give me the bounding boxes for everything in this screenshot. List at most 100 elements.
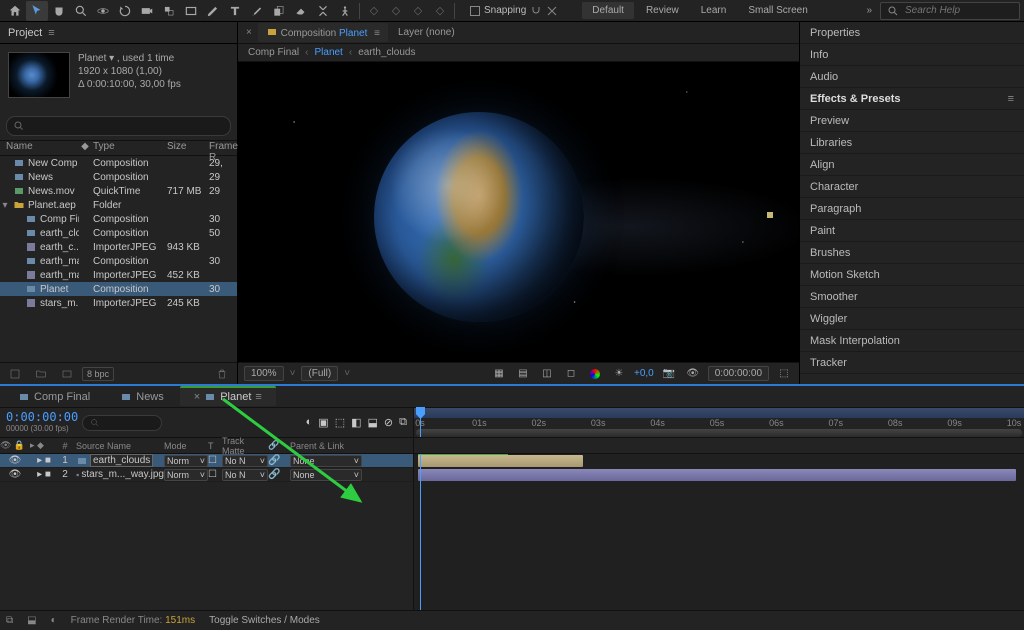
delete-icon[interactable] xyxy=(211,364,233,384)
show-snapshot-icon[interactable]: 👁 xyxy=(684,368,702,379)
tl-footer-icon-3[interactable]: ◐ xyxy=(51,615,57,626)
layer-bar-1[interactable] xyxy=(418,455,583,467)
snap-opt-1-icon[interactable] xyxy=(530,5,542,17)
panel-paragraph[interactable]: Paragraph xyxy=(800,198,1024,220)
project-menu-icon[interactable]: ≡ xyxy=(48,27,54,39)
timeline-layer-row[interactable]: 👁▸ ■2stars_m..._way.jpgNorm˅☐No N˅🔗None˅ xyxy=(0,468,413,482)
panel-info[interactable]: Info xyxy=(800,44,1024,66)
tl-icon-6[interactable]: ⊘ xyxy=(384,416,393,429)
panel-audio[interactable]: Audio xyxy=(800,66,1024,88)
snapping-toggle[interactable]: Snapping xyxy=(466,5,562,17)
3d-tool-4[interactable]: ◇ xyxy=(429,1,451,21)
toggle-switches[interactable]: Toggle Switches / Modes xyxy=(209,615,320,626)
type-tool[interactable] xyxy=(224,1,246,21)
project-row[interactable]: Comp FinalComposition30 xyxy=(0,212,237,226)
project-row[interactable]: News.movQuickTime717 MB29 xyxy=(0,184,237,198)
grid-icon[interactable]: ▦ xyxy=(490,368,508,379)
pan-behind-tool[interactable] xyxy=(158,1,180,21)
tl-icon-4[interactable]: ◧ xyxy=(351,416,361,429)
hand-tool[interactable] xyxy=(48,1,70,21)
timeline-tab[interactable]: × Planet ≡ xyxy=(180,386,276,406)
project-search[interactable] xyxy=(6,116,231,136)
project-row[interactable]: earth_c...s.jpgImporterJPEG943 KB xyxy=(0,240,237,254)
tl-icon-7[interactable]: ⧉ xyxy=(399,416,407,429)
comp-viewer[interactable] xyxy=(238,62,799,362)
tl-footer-icon-1[interactable]: ⧉ xyxy=(6,615,13,626)
eraser-tool[interactable] xyxy=(290,1,312,21)
camera-tool[interactable] xyxy=(136,1,158,21)
interpret-footage-icon[interactable] xyxy=(4,364,26,384)
workspace-review[interactable]: Review xyxy=(636,2,689,19)
timeline-ruler[interactable]: 0s01s02s03s04s05s06s07s08s09s10s xyxy=(414,408,1024,438)
timeline-tab[interactable]: News xyxy=(106,388,178,406)
panel-tracker[interactable]: Tracker xyxy=(800,352,1024,374)
project-row[interactable]: NewsComposition29 xyxy=(0,170,237,184)
quality-dropdown[interactable]: (Full) xyxy=(301,366,338,381)
3d-tool-1[interactable]: ◇ xyxy=(363,1,385,21)
preview-time[interactable]: 0:00:00:00 xyxy=(708,366,769,381)
guides-icon[interactable]: ▤ xyxy=(514,368,532,379)
puppet-tool[interactable] xyxy=(334,1,356,21)
channel-icon[interactable] xyxy=(586,369,604,379)
exposure-value[interactable]: +0,0 xyxy=(634,368,654,379)
new-folder-icon[interactable] xyxy=(30,364,52,384)
help-search[interactable] xyxy=(880,2,1020,20)
region-icon[interactable]: ◻ xyxy=(562,368,580,379)
3d-tool-2[interactable]: ◇ xyxy=(385,1,407,21)
tl-footer-icon-2[interactable]: ⬓ xyxy=(27,615,36,626)
tl-icon-5[interactable]: ⬓ xyxy=(368,416,378,429)
panel-smoother[interactable]: Smoother xyxy=(800,286,1024,308)
rotate-tool[interactable] xyxy=(114,1,136,21)
workspace-default[interactable]: Default xyxy=(582,2,634,19)
3d-view-icon[interactable]: ⬚ xyxy=(775,368,793,379)
timeline-bars[interactable] xyxy=(414,454,1024,610)
tab-composition[interactable]: Composition Planet ≡ xyxy=(258,23,388,42)
tl-icon-2[interactable]: ▣ xyxy=(318,416,328,429)
panel-libraries[interactable]: Libraries xyxy=(800,132,1024,154)
clone-tool[interactable] xyxy=(268,1,290,21)
project-row[interactable]: earth_mapComposition30 xyxy=(0,254,237,268)
timeline-tab[interactable]: Comp Final xyxy=(4,388,104,406)
panel-effects-presets[interactable]: Effects & Presets≡ xyxy=(800,88,1024,110)
panel-properties[interactable]: Properties xyxy=(800,22,1024,44)
layer-bar-2[interactable] xyxy=(418,469,1016,481)
project-panel-tab[interactable]: Project ≡ xyxy=(0,22,237,44)
zoom-tool[interactable] xyxy=(70,1,92,21)
selection-tool[interactable] xyxy=(26,1,48,21)
panel-wiggler[interactable]: Wiggler xyxy=(800,308,1024,330)
close-tab-icon[interactable]: × xyxy=(242,27,256,38)
timeline-layer-rows[interactable]: 👁▸ ■1earth_cloudsNorm˅☐No N˅🔗None˅👁▸ ■2s… xyxy=(0,454,413,482)
tl-icon-3[interactable]: ⬚ xyxy=(335,416,345,429)
project-row[interactable]: ▾Planet.aepFolder xyxy=(0,198,237,212)
project-tree[interactable]: New CompComposition29,NewsComposition29N… xyxy=(0,156,237,362)
exposure-icon[interactable]: ☀ xyxy=(610,368,628,379)
timeline-search[interactable] xyxy=(82,415,162,431)
panel-paint[interactable]: Paint xyxy=(800,220,1024,242)
project-row[interactable]: stars_m...ay.jpgImporterJPEG245 KB xyxy=(0,296,237,310)
home-icon[interactable] xyxy=(4,1,26,21)
panel-brushes[interactable]: Brushes xyxy=(800,242,1024,264)
3d-tool-3[interactable]: ◇ xyxy=(407,1,429,21)
panel-preview[interactable]: Preview xyxy=(800,110,1024,132)
mask-icon[interactable]: ◫ xyxy=(538,368,556,379)
brush-tool[interactable] xyxy=(246,1,268,21)
new-comp-icon[interactable] xyxy=(56,364,78,384)
rectangle-tool[interactable] xyxy=(180,1,202,21)
tab-layer[interactable]: Layer (none) xyxy=(390,24,463,41)
help-search-input[interactable] xyxy=(903,4,1003,17)
tl-icon-1[interactable]: ◐ xyxy=(306,416,313,429)
playhead[interactable] xyxy=(420,408,421,437)
roto-tool[interactable] xyxy=(312,1,334,21)
orbit-tool[interactable] xyxy=(92,1,114,21)
panel-mask-interpolation[interactable]: Mask Interpolation xyxy=(800,330,1024,352)
pen-tool[interactable] xyxy=(202,1,224,21)
snap-opt-2-icon[interactable] xyxy=(546,5,558,17)
bit-depth[interactable]: 8 bpc xyxy=(82,367,114,381)
panel-align[interactable]: Align xyxy=(800,154,1024,176)
zoom-dropdown[interactable]: 100% xyxy=(244,366,284,381)
timeline-timecode[interactable]: 0:00:00:00 00000 (30.00 fps) xyxy=(0,408,76,437)
project-row[interactable]: earth_map.jpgImporterJPEG452 KB xyxy=(0,268,237,282)
comp-breadcrumb[interactable]: Comp Final‹ Planet‹ earth_clouds xyxy=(238,44,799,62)
workspace-overflow[interactable]: » xyxy=(866,5,872,16)
workspace-learn[interactable]: Learn xyxy=(691,2,737,19)
